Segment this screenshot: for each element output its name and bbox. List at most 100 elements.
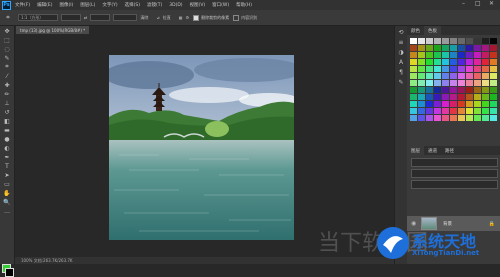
color-swatch[interactable] xyxy=(442,66,449,72)
color-swatch[interactable] xyxy=(418,38,425,44)
type-tool-icon[interactable]: T xyxy=(2,162,12,170)
menu-type[interactable]: 文字(Y) xyxy=(102,2,117,8)
color-swatch[interactable] xyxy=(482,45,489,51)
delete-cropped-checkbox[interactable] xyxy=(193,14,200,21)
color-swatch[interactable] xyxy=(458,80,465,86)
color-swatch[interactable] xyxy=(450,80,457,86)
color-swatch[interactable] xyxy=(474,52,481,58)
menu-layer[interactable]: 图层(L) xyxy=(80,2,95,8)
color-swatch[interactable] xyxy=(482,73,489,79)
color-swatch[interactable] xyxy=(458,59,465,65)
color-swatch[interactable] xyxy=(434,45,441,51)
color-swatch[interactable] xyxy=(410,80,417,86)
minimize-button[interactable]: – xyxy=(462,0,465,7)
color-swatch[interactable] xyxy=(482,108,489,114)
color-swatch[interactable] xyxy=(482,80,489,86)
color-swatch[interactable] xyxy=(474,59,481,65)
path-select-icon[interactable]: ➤ xyxy=(2,171,12,179)
color-swatch[interactable] xyxy=(490,52,497,58)
color-swatch[interactable] xyxy=(482,115,489,121)
color-swatch[interactable] xyxy=(426,38,433,44)
color-swatch[interactable] xyxy=(426,66,433,72)
color-swatch[interactable] xyxy=(450,66,457,72)
layer-filter-bar[interactable] xyxy=(411,158,498,167)
color-swatch[interactable] xyxy=(490,59,497,65)
color-swatch[interactable] xyxy=(474,73,481,79)
swap-icon[interactable]: ⇄ xyxy=(84,15,87,20)
color-swatch[interactable] xyxy=(426,73,433,79)
pen-tool-icon[interactable]: ✒ xyxy=(2,153,12,161)
crop-tool-icon[interactable]: ⌗ xyxy=(2,63,12,71)
color-swatch[interactable] xyxy=(466,87,473,93)
document-tab[interactable]: tmp (13).jpg @ 100%(RGB/8#) * xyxy=(16,26,90,34)
color-swatch[interactable] xyxy=(458,108,465,114)
color-swatch[interactable] xyxy=(466,94,473,100)
color-swatch[interactable] xyxy=(450,73,457,79)
color-swatch[interactable] xyxy=(490,101,497,107)
color-swatch[interactable] xyxy=(442,38,449,44)
adjustments-icon[interactable]: ◑ xyxy=(397,48,405,56)
zoom-tool-icon[interactable]: 🔍 xyxy=(2,198,12,206)
color-swatch[interactable] xyxy=(482,52,489,58)
menu-filter[interactable]: 滤镜(T) xyxy=(147,2,162,8)
more-tools-icon[interactable]: … xyxy=(2,207,12,215)
width-field[interactable] xyxy=(61,14,81,21)
tab-swatches[interactable]: 色板 xyxy=(424,26,441,35)
color-swatch[interactable] xyxy=(466,38,473,44)
straighten-button[interactable]: 拉直 xyxy=(163,15,171,21)
healing-tool-icon[interactable]: ✚ xyxy=(2,81,12,89)
brush-tool-icon[interactable]: ✏ xyxy=(2,90,12,98)
menu-window[interactable]: 窗口(W) xyxy=(212,2,229,8)
color-swatch[interactable] xyxy=(418,66,425,72)
color-swatch[interactable] xyxy=(458,52,465,58)
color-swatch[interactable] xyxy=(442,101,449,107)
color-swatch[interactable] xyxy=(466,66,473,72)
eraser-tool-icon[interactable]: ◧ xyxy=(2,117,12,125)
move-tool-icon[interactable]: ✥ xyxy=(2,27,12,35)
paragraph-icon[interactable]: ¶ xyxy=(397,68,405,76)
maximize-button[interactable]: □ xyxy=(475,0,481,7)
color-swatch[interactable] xyxy=(426,87,433,93)
menu-edit[interactable]: 编辑(E) xyxy=(37,2,52,8)
menu-file[interactable]: 文件(F) xyxy=(15,2,30,8)
color-swatch[interactable] xyxy=(418,94,425,100)
color-swatch[interactable] xyxy=(418,87,425,93)
color-swatch[interactable] xyxy=(466,45,473,51)
color-swatch[interactable] xyxy=(482,59,489,65)
color-swatch[interactable] xyxy=(450,45,457,51)
color-swatch[interactable] xyxy=(426,115,433,121)
straighten-icon[interactable]: ⊿ xyxy=(156,15,159,20)
color-swatch[interactable] xyxy=(442,87,449,93)
height-field[interactable] xyxy=(90,14,111,21)
lasso-tool-icon[interactable]: ◌ xyxy=(2,45,12,53)
canvas-image[interactable] xyxy=(109,55,294,240)
color-swatch[interactable] xyxy=(418,115,425,121)
color-swatch[interactable] xyxy=(418,101,425,107)
color-swatch[interactable] xyxy=(474,87,481,93)
color-swatch[interactable] xyxy=(418,52,425,58)
color-swatch[interactable] xyxy=(434,87,441,93)
color-swatch[interactable] xyxy=(426,59,433,65)
color-swatch[interactable] xyxy=(426,45,433,51)
crop-ratio-select[interactable]: 1:1（方形） xyxy=(18,14,58,21)
color-swatch[interactable] xyxy=(418,59,425,65)
color-swatch[interactable] xyxy=(490,108,497,114)
menu-image[interactable]: 图像(I) xyxy=(59,2,73,8)
menu-help[interactable]: 帮助(H) xyxy=(236,2,252,8)
color-swatch[interactable] xyxy=(426,108,433,114)
tab-channels[interactable]: 通道 xyxy=(424,148,441,154)
color-swatch[interactable] xyxy=(474,108,481,114)
color-swatch[interactable] xyxy=(490,45,497,51)
color-swatch[interactable] xyxy=(474,115,481,121)
color-swatch[interactable] xyxy=(426,80,433,86)
color-swatch[interactable] xyxy=(458,87,465,93)
color-swatch[interactable] xyxy=(442,45,449,51)
quick-select-tool-icon[interactable]: ✎ xyxy=(2,54,12,62)
color-swatch[interactable] xyxy=(442,52,449,58)
color-swatch[interactable] xyxy=(482,38,489,44)
character-icon[interactable]: A xyxy=(397,58,405,66)
color-swatch[interactable] xyxy=(434,101,441,107)
tab-color[interactable]: 颜色 xyxy=(407,28,424,34)
color-swatch[interactable] xyxy=(410,73,417,79)
color-swatch[interactable] xyxy=(410,115,417,121)
